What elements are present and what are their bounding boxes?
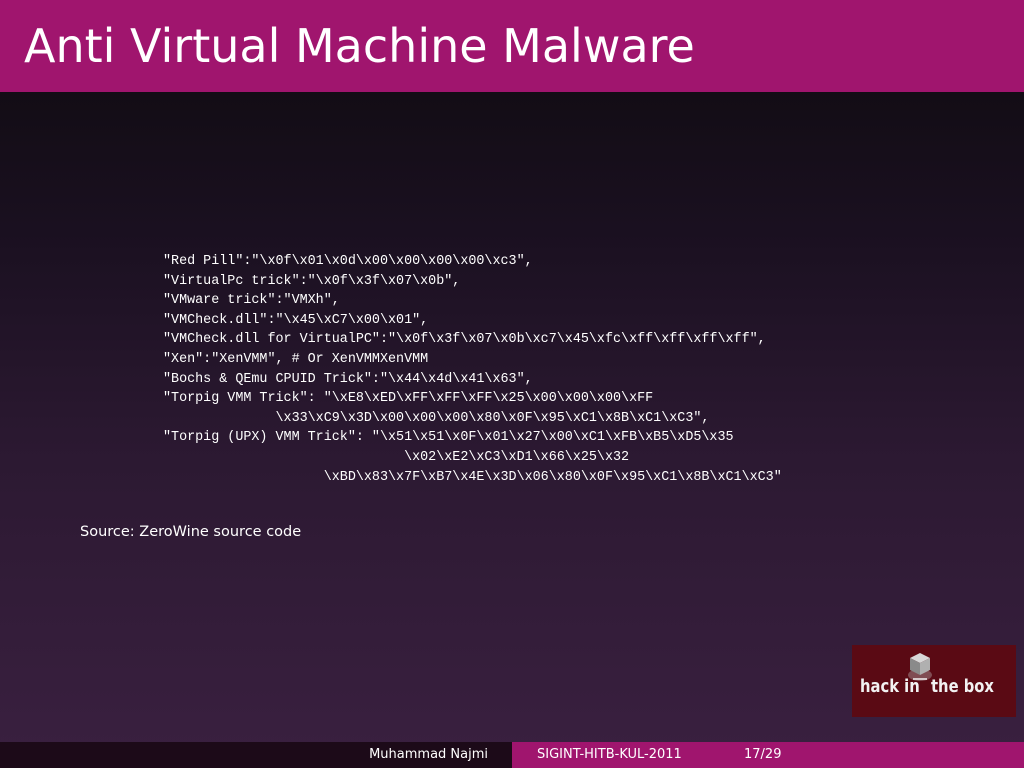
slide-title: Anti Virtual Machine Malware <box>24 19 695 73</box>
footer-right-panel: SIGINT-HITB-KUL-2011 17/29 <box>512 742 1024 768</box>
code-line: "VMware trick":"VMXh", <box>163 293 340 309</box>
footer: Muhammad Najmi SIGINT-HITB-KUL-2011 17/2… <box>0 742 1024 768</box>
footer-event: SIGINT-HITB-KUL-2011 <box>537 747 682 762</box>
code-line: \x33\xC9\x3D\x00\x00\x00\x80\x0F\x95\xC1… <box>163 410 710 426</box>
logo-text-left: hack in <box>860 676 920 697</box>
code-line: \x02\xE2\xC3\xD1\x66\x25\x32 <box>163 449 630 465</box>
code-line: "VMCheck.dll":"\x45\xC7\x00\x01", <box>163 312 429 328</box>
code-line: "Xen":"XenVMM", # Or XenVMMXenVMM <box>163 351 429 367</box>
code-line: "Bochs & QEmu CPUID Trick":"\x44\x4d\x41… <box>163 371 533 387</box>
code-line: "Torpig (UPX) VMM Trick": "\x51\x51\x0F\… <box>163 430 734 446</box>
code-line: "Torpig VMM Trick": "\xE8\xED\xFF\xFF\xF… <box>163 391 654 407</box>
hack-in-the-box-logo: hack in the box <box>852 645 1016 717</box>
code-line: "Red Pill":"\x0f\x01\x0d\x00\x00\x00\x00… <box>163 254 533 269</box>
code-line: \xBD\x83\x7F\xB7\x4E\x3D\x06\x80\x0F\x95… <box>163 469 782 485</box>
footer-author: Muhammad Najmi <box>369 747 488 762</box>
code-line: "VirtualPc trick":"\x0f\x3f\x07\x0b", <box>163 273 461 289</box>
footer-left-panel: Muhammad Najmi <box>0 742 512 768</box>
logo-text-right: the box <box>931 676 994 697</box>
code-line: "VMCheck.dll for VirtualPC":"\x0f\x3f\x0… <box>163 332 766 348</box>
code-block: "Red Pill":"\x0f\x01\x0d\x00\x00\x00\x00… <box>163 252 782 487</box>
source-note: Source: ZeroWine source code <box>80 524 302 540</box>
title-bar: Anti Virtual Machine Malware <box>0 0 1024 92</box>
footer-page-number: 17/29 <box>744 747 782 762</box>
